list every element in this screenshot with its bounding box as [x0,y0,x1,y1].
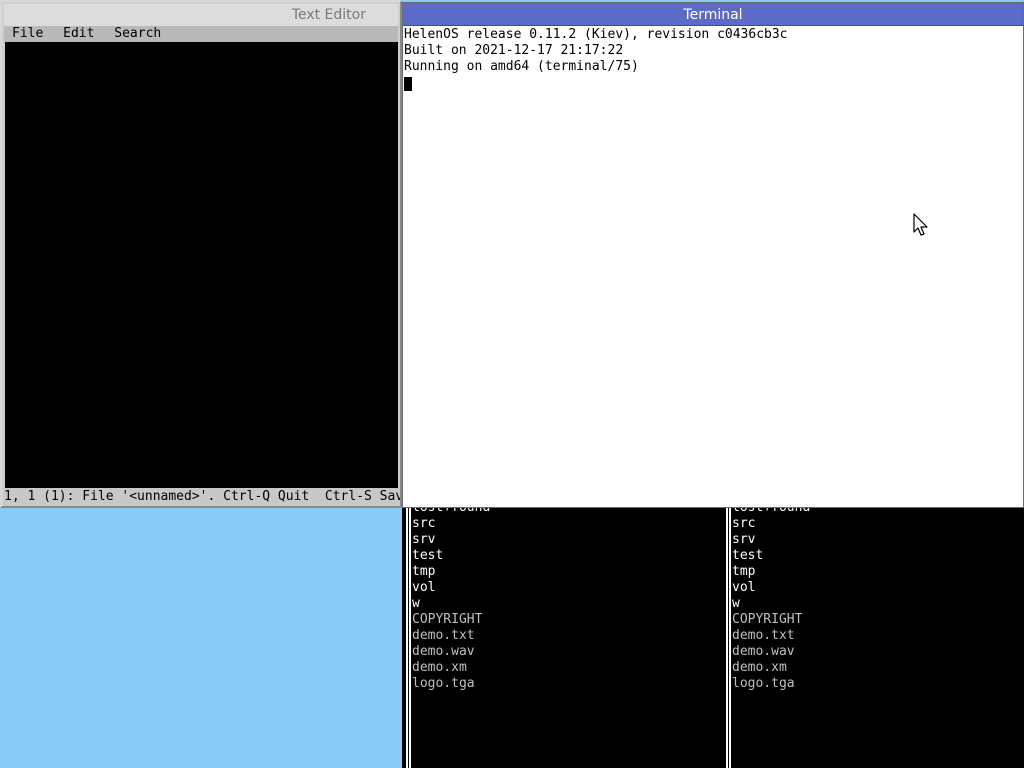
file-list-item[interactable]: tmp [732,564,810,580]
file-list-item[interactable]: srv [732,532,810,548]
file-list: lost+foundsrcsrvtesttmpvolwCOPYRIGHTdemo… [412,508,490,692]
text-edit-area[interactable] [5,42,398,488]
text-cursor [404,77,412,91]
menu-edit[interactable]: Edit [57,26,100,42]
window-titlebar[interactable]: Text Editor [4,4,398,26]
terminal-screen[interactable]: HelenOS release 0.11.2 (Kiev), revision … [404,27,1022,506]
terminal-line: Running on amd64 (terminal/75) [404,59,639,74]
panel-border [729,508,731,768]
mouse-pointer-icon [913,213,928,236]
file-list-item[interactable]: COPYRIGHT [732,612,810,628]
file-list-item[interactable]: srv [412,532,490,548]
file-list-item[interactable]: w [732,596,810,612]
file-list-item[interactable]: lost+found [732,508,810,516]
file-list-item[interactable]: src [732,516,810,532]
file-list-item[interactable]: demo.xm [732,660,810,676]
terminal-line: HelenOS release 0.11.2 (Kiev), revision … [404,27,788,42]
file-list-item[interactable]: COPYRIGHT [412,612,490,628]
navigator-right-panel[interactable]: lost+foundsrcsrvtesttmpvolwCOPYRIGHTdemo… [722,508,1024,768]
file-list-item[interactable]: demo.xm [412,660,490,676]
terminal-line: Built on 2021-12-17 21:17:22 [404,43,624,58]
file-list-item[interactable]: logo.tga [732,676,810,692]
file-list-item[interactable]: test [412,548,490,564]
panel-border [726,508,728,768]
menu-search[interactable]: Search [108,26,167,42]
text-editor-window[interactable]: Text Editor File Edit Search 1, 1 (1): F… [0,0,402,508]
file-list-item[interactable]: vol [732,580,810,596]
window-title: Text Editor [291,7,366,23]
file-list-item[interactable]: demo.txt [732,628,810,644]
file-list-item[interactable]: demo.wav [412,644,490,660]
file-list: lost+foundsrcsrvtesttmpvolwCOPYRIGHTdemo… [732,508,810,692]
file-list-item[interactable]: lost+found [412,508,490,516]
menu-bar: File Edit Search [4,26,398,42]
file-list-item[interactable]: demo.txt [412,628,490,644]
menu-file[interactable]: File [4,26,49,42]
navigator-window[interactable]: lost+foundsrcsrvtesttmpvolwCOPYRIGHTdemo… [402,508,1024,768]
navigator-left-panel[interactable]: lost+foundsrcsrvtesttmpvolwCOPYRIGHTdemo… [402,508,720,768]
file-list-item[interactable]: logo.tga [412,676,490,692]
terminal-window[interactable]: Terminal HelenOS release 0.11.2 (Kiev), … [402,2,1024,508]
window-title: Terminal [683,7,743,23]
file-list-item[interactable]: test [732,548,810,564]
panel-border [409,508,411,768]
file-list-item[interactable]: demo.wav [732,644,810,660]
terminal-prompt-line [404,75,1022,91]
file-list-item[interactable]: tmp [412,564,490,580]
file-list-item[interactable]: src [412,516,490,532]
window-titlebar[interactable]: Terminal [403,3,1023,26]
file-list-item[interactable]: w [412,596,490,612]
panel-border [406,508,408,768]
status-bar: 1, 1 (1): File '<unnamed>'. Ctrl-Q Quit … [4,488,400,506]
file-list-item[interactable]: vol [412,580,490,596]
